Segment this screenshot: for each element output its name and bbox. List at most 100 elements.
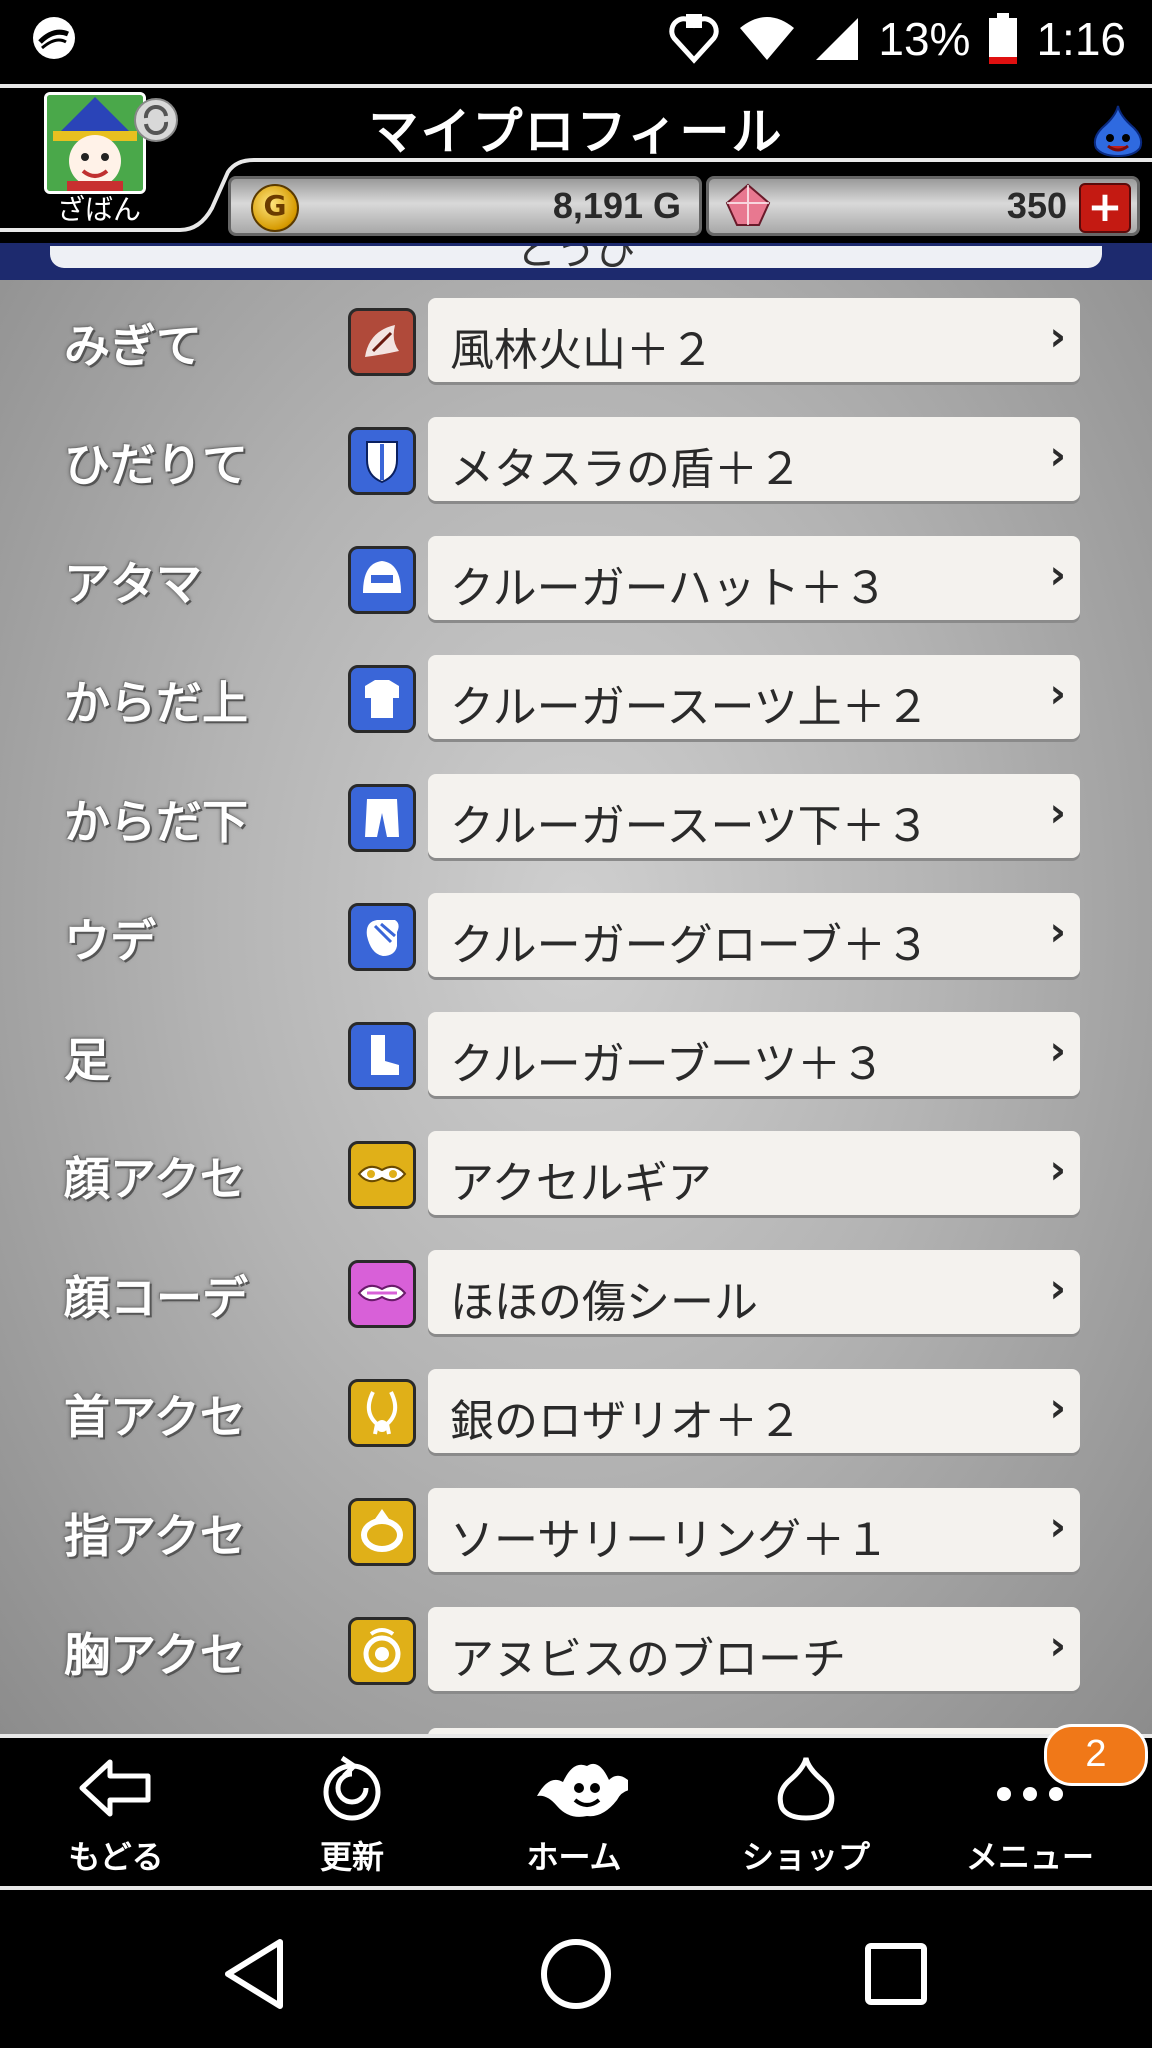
- equipment-item-button[interactable]: ソーサリーリング＋１ ›: [428, 1488, 1080, 1572]
- equipment-item-button[interactable]: クルーガーブーツ＋３ ›: [428, 1012, 1080, 1096]
- equipment-row: 胸アクセ アヌビスのブローチ ›: [0, 1607, 1152, 1693]
- equipment-row: からだ下 クルーガースーツ下＋３ ›: [0, 774, 1152, 860]
- equipment-row: からだ上 クルーガースーツ上＋２ ›: [0, 655, 1152, 741]
- glove-icon: [348, 903, 416, 971]
- page-title: マイプロフィール: [368, 103, 784, 161]
- face-coordinate-icon: [348, 1260, 416, 1328]
- equipment-item-button[interactable]: クルーガーグローブ＋３ ›: [428, 893, 1080, 977]
- equipment-row: ウデ クルーガーグローブ＋３ ›: [0, 893, 1152, 979]
- equipment-slot-label: ひだりて: [64, 438, 248, 492]
- ring-icon: [348, 1498, 416, 1566]
- equipment-item-name: アヌビスのブローチ: [450, 1634, 846, 1685]
- gold-balance: G 8,191 G: [228, 176, 702, 236]
- body-top-icon: [348, 665, 416, 733]
- wifi-icon: [740, 17, 795, 60]
- equipment-item-name: クルーガーグローブ＋３: [450, 920, 931, 971]
- nav-home-button[interactable]: ホーム: [464, 1738, 684, 1886]
- equipment-item-name: アクセルギア: [450, 1158, 712, 1209]
- chevron-right-icon: ›: [1049, 1266, 1066, 1312]
- equipment-slot-label: 足: [64, 1033, 110, 1087]
- brooch-icon: [348, 1617, 416, 1685]
- home-monster-icon: [537, 1763, 628, 1817]
- equipment-item-button[interactable]: クルーガースーツ上＋２ ›: [428, 655, 1080, 739]
- equipment-row: ひだりて メタスラの盾＋２ ›: [0, 417, 1152, 503]
- section-title-tab: とうび: [50, 246, 1102, 268]
- equipment-slot-label: 指アクセ: [64, 1509, 246, 1563]
- back-arrow-icon: [79, 1759, 151, 1817]
- chevron-right-icon: ›: [1049, 790, 1066, 836]
- body-bottom-icon: [348, 784, 416, 852]
- gem-amount: 350: [1006, 185, 1067, 226]
- necklace-icon: [348, 1379, 416, 1447]
- boot-icon: [348, 1022, 416, 1090]
- add-gems-button[interactable]: +: [1079, 183, 1131, 233]
- equipment-panel[interactable]: とうび みぎて 風林火山＋２ › ひだりて メタスラの盾＋２ › アタマ クルーガーハット＋３…: [0, 246, 1152, 1736]
- equipment-item-button[interactable]: クルーガースーツ下＋３ ›: [428, 774, 1080, 858]
- android-recents-icon[interactable]: [856, 1934, 936, 2014]
- app-notification-icon: [33, 17, 75, 59]
- equipment-slot-label: 胸アクセ: [64, 1628, 246, 1682]
- equipment-item-button[interactable]: アヌビスのブローチ ›: [428, 1607, 1080, 1691]
- equipment-item-name: ソーサリーリング＋１: [450, 1515, 890, 1566]
- face-accessory-icon: [348, 1141, 416, 1209]
- equipment-row: 顔アクセ アクセルギア ›: [0, 1131, 1152, 1217]
- equipment-slot-label: アタマ: [64, 557, 202, 611]
- equipment-slot-label: みぎて: [64, 319, 202, 373]
- equipment-item-name: メタスラの盾＋２: [450, 444, 802, 495]
- gem-icon: [725, 183, 771, 226]
- equipment-slot-label: ウデ: [64, 914, 156, 968]
- equipment-item-name: ほほの傷シール: [450, 1277, 758, 1328]
- equipment-row: 首アクセ 銀のロザリオ＋２ ›: [0, 1369, 1152, 1455]
- shop-slime-icon: [777, 1757, 835, 1821]
- equipment-item-name: クルーガースーツ上＋２: [450, 682, 930, 733]
- bottom-navigation: もどる 更新 ホーム ショップ メニュー: [0, 1738, 1152, 1886]
- chevron-right-icon: ›: [1049, 433, 1066, 479]
- equipment-row: 足 クルーガーブーツ＋３ ›: [0, 1012, 1152, 1098]
- equipment-item-button[interactable]: 風林火山＋２ ›: [428, 298, 1080, 382]
- android-back-icon[interactable]: [218, 1934, 298, 2014]
- android-home-icon[interactable]: [536, 1934, 616, 2014]
- chevron-right-icon: ›: [1049, 1028, 1066, 1074]
- slime-icon[interactable]: [1090, 102, 1146, 158]
- clock: 1:16: [1036, 13, 1126, 65]
- equipment-slot-label: からだ上: [64, 676, 248, 730]
- equipment-item-button[interactable]: アクセルギア ›: [428, 1131, 1080, 1215]
- equipment-item-name: クルーガースーツ下＋３: [450, 801, 930, 852]
- username: ざばん: [56, 193, 141, 226]
- equipment-slot-label: 顔コーデ: [64, 1271, 248, 1325]
- signal-icon: [816, 18, 859, 60]
- heart-monitor-icon: [669, 14, 720, 64]
- nav-shop-button[interactable]: ショップ: [696, 1738, 916, 1886]
- battery-icon: [989, 13, 1018, 64]
- helmet-icon: [348, 546, 416, 614]
- equipment-item-button[interactable]: クルーガーハット＋３ ›: [428, 536, 1080, 620]
- chevron-right-icon: ›: [1049, 1623, 1066, 1669]
- android-navigation-bar: [0, 1890, 1152, 2048]
- refresh-icon: [323, 1755, 381, 1821]
- equipment-item-button[interactable]: ほほの傷シール ›: [428, 1250, 1080, 1334]
- chevron-right-icon: ›: [1049, 1147, 1066, 1193]
- equipment-item-button[interactable]: 銀のロザリオ＋２ ›: [428, 1369, 1080, 1453]
- gold-amount: 8,191 G: [552, 185, 681, 226]
- equipment-item-name: クルーガーハット＋３: [450, 563, 888, 614]
- equipment-item-name: 銀のロザリオ＋２: [450, 1396, 802, 1447]
- gem-balance: 350 +: [706, 176, 1140, 236]
- chevron-right-icon: ›: [1049, 1504, 1066, 1550]
- chevron-right-icon: ›: [1049, 314, 1066, 360]
- nav-back-button[interactable]: もどる: [6, 1738, 226, 1886]
- equipment-row: 指アクセ ソーサリーリング＋１ ›: [0, 1488, 1152, 1574]
- menu-notification-badge: 2: [1044, 1724, 1148, 1786]
- equipment-slot-label: 顔アクセ: [64, 1152, 246, 1206]
- equipment-row: みぎて 風林火山＋２ ›: [0, 298, 1152, 384]
- battery-percent: 13%: [878, 13, 971, 65]
- chevron-right-icon: ›: [1049, 909, 1066, 955]
- gold-coin-icon: G: [251, 184, 299, 232]
- status-bar: 13% 1:16: [0, 0, 1152, 78]
- chevron-right-icon: ›: [1049, 1385, 1066, 1431]
- shield-icon: [348, 427, 416, 495]
- equipment-slot-label: 首アクセ: [64, 1390, 246, 1444]
- nav-refresh-button[interactable]: 更新: [242, 1738, 462, 1886]
- chevron-right-icon: ›: [1049, 552, 1066, 598]
- equipment-row: アタマ クルーガーハット＋３ ›: [0, 536, 1152, 622]
- equipment-item-button[interactable]: メタスラの盾＋２ ›: [428, 417, 1080, 501]
